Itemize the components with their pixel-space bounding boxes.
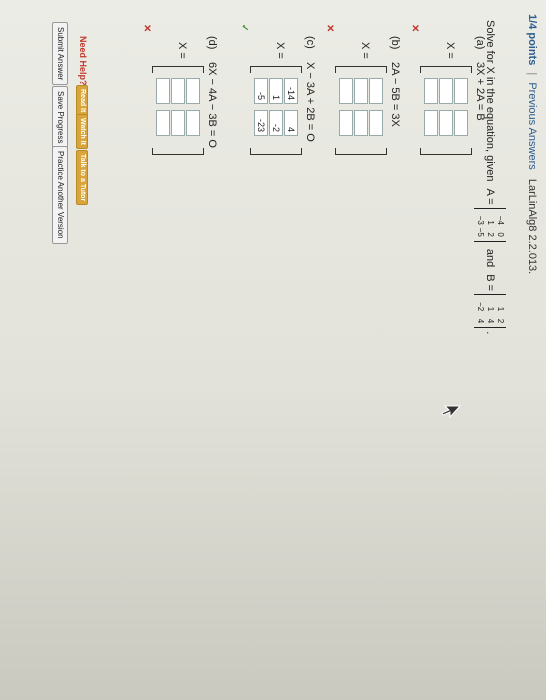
matrix-input-cell[interactable]	[171, 78, 185, 104]
mouse-cursor-icon	[441, 405, 461, 419]
matrix-input-cell[interactable]	[454, 110, 468, 136]
left-bracket	[420, 66, 472, 73]
practice-another-version-button[interactable]: Practice Another Version	[52, 146, 68, 244]
matrix-input-cell[interactable]	[156, 78, 170, 104]
matrix-entry: −5	[476, 227, 485, 237]
matrix-input-cell[interactable]: -2	[269, 110, 283, 136]
matrix-input-cell[interactable]	[424, 110, 438, 136]
read-it-button[interactable]: Read It	[76, 85, 88, 117]
correct-check-icon: ✓	[240, 24, 250, 32]
right-bracket	[152, 148, 204, 155]
matrix-a-label: A =	[484, 188, 497, 205]
matrix-a: −40 12 −3−5	[474, 207, 506, 242]
matrix-entry: 2	[486, 232, 495, 237]
part-label: (c)	[304, 36, 316, 49]
matrix-entry: −2	[476, 302, 485, 312]
matrix-entry: −3	[476, 215, 485, 225]
matrix-entry: 4	[486, 318, 495, 324]
matrix-entry: −4	[496, 215, 505, 225]
points-label: 1/4 points	[526, 14, 538, 66]
matrix-b-label: B =	[484, 274, 497, 292]
matrix-input-cell[interactable]	[454, 78, 468, 104]
matrix-input-cell[interactable]	[354, 78, 368, 104]
matrix-input-cell[interactable]: 1	[269, 78, 283, 104]
left-bracket	[250, 66, 302, 73]
matrix-input-cell[interactable]	[186, 78, 200, 104]
matrix-input-cell[interactable]	[354, 110, 368, 136]
webassign-page: 1/4 points | Previous Answers LarLinAlg8…	[0, 0, 546, 700]
matrix-input-cell[interactable]	[171, 110, 185, 136]
matrix-entry: 4	[476, 318, 485, 324]
matrix-row: 12	[485, 213, 495, 237]
matrix-input-cell[interactable]: 4	[284, 110, 298, 136]
x-label: X =	[444, 42, 456, 59]
matrix-row: −3−5	[475, 213, 485, 237]
matrix-input-cell[interactable]	[156, 110, 170, 136]
matrix-input-cell[interactable]	[439, 78, 453, 104]
matrix-input-cell[interactable]: -5	[254, 78, 268, 104]
x-label: X =	[359, 42, 371, 59]
matrix-entry: 2	[496, 318, 505, 324]
part-equation: 2A − 5B = 3X	[389, 62, 401, 127]
talk-to-tutor-button[interactable]: Talk to a Tutor	[76, 150, 88, 206]
part-label: (a)	[474, 36, 486, 50]
matrix-row: −4 0	[495, 213, 505, 237]
matrix-entry: 1	[486, 306, 495, 312]
save-progress-button[interactable]: Save Progress	[52, 86, 68, 149]
part-equation: 6X − 4A − 3B = O	[206, 62, 218, 148]
matrix-entry: 1	[496, 306, 505, 312]
problem-reference: LarLinAlg8 2.2.013.	[526, 178, 538, 275]
right-bracket	[250, 148, 302, 155]
and-label: and	[484, 248, 497, 268]
matrix-b: 12 14 −24	[474, 294, 506, 329]
header-separator: |	[526, 72, 538, 76]
submit-answer-button[interactable]: Submit Answer	[52, 22, 68, 86]
matrix-entry: 0	[496, 232, 505, 237]
matrix-input-cell[interactable]	[369, 78, 383, 104]
matrix-row: 12	[495, 299, 505, 323]
question-header: 1/4 points | Previous Answers LarLinAlg8…	[526, 14, 538, 274]
matrix-input-cell[interactable]	[339, 78, 353, 104]
incorrect-x-icon: ✕	[409, 24, 420, 33]
watch-it-button[interactable]: Watch It	[76, 114, 88, 149]
matrix-entry: 1	[486, 220, 495, 225]
x-label: X =	[176, 42, 188, 59]
need-help-label: Need Help?	[78, 36, 88, 86]
matrix-input-cell[interactable]	[424, 78, 438, 104]
matrix-input-cell[interactable]	[439, 110, 453, 136]
part-label: (b)	[389, 36, 401, 50]
part-equation: X − 3A + 2B = O	[304, 62, 316, 142]
question-period: .	[484, 331, 497, 335]
matrix-input-cell[interactable]: -14	[284, 78, 298, 104]
part-equation: 3X + 2A = B	[474, 62, 486, 121]
right-bracket	[335, 148, 387, 155]
matrix-row: −2 4	[475, 299, 485, 323]
left-bracket	[335, 66, 387, 73]
incorrect-x-icon: ✕	[324, 24, 335, 33]
incorrect-x-icon: ✕	[141, 24, 152, 33]
right-bracket	[420, 148, 472, 155]
left-bracket	[152, 66, 204, 73]
part-label: (d)	[206, 36, 218, 50]
matrix-input-cell[interactable]: -23	[254, 110, 268, 136]
matrix-input-cell[interactable]	[369, 110, 383, 136]
matrix-row: 14	[485, 299, 495, 323]
matrix-input-cell[interactable]	[186, 110, 200, 136]
rotated-content: 1/4 points | Previous Answers LarLinAlg8…	[0, 0, 546, 700]
x-label: X =	[274, 42, 286, 59]
matrix-input-cell[interactable]	[339, 110, 353, 136]
previous-answers-link[interactable]: Previous Answers	[526, 82, 538, 169]
